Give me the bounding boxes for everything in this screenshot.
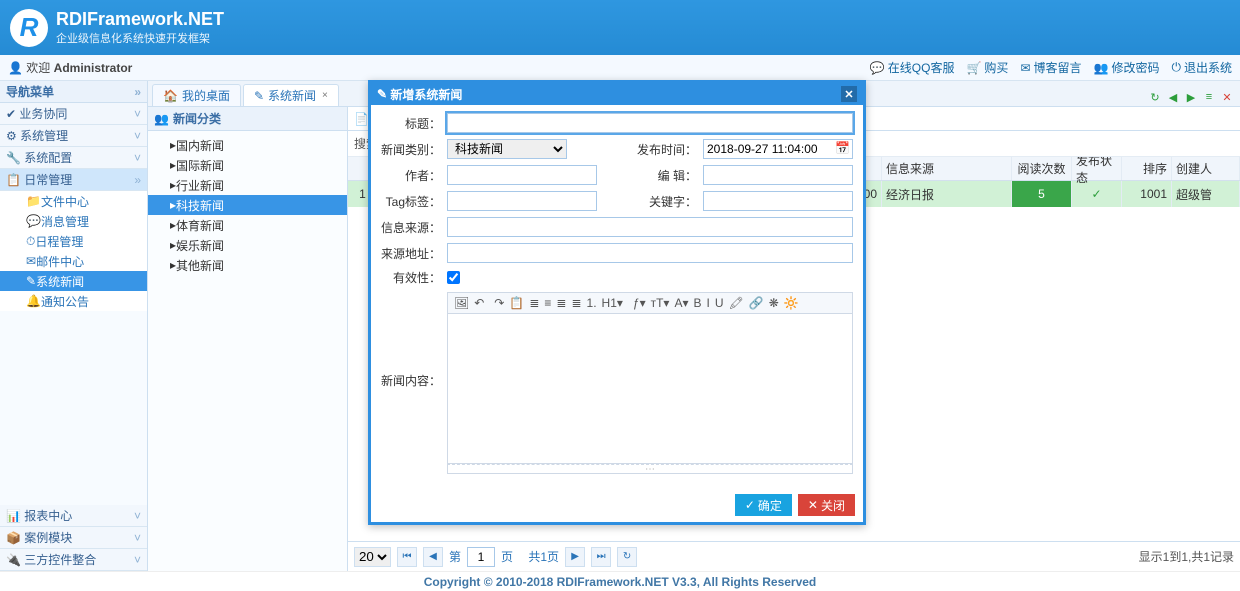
valid-checkbox[interactable] [447, 271, 460, 284]
editor-tool-icon[interactable]: ƒ▾ [633, 296, 646, 310]
category-select[interactable]: 科技新闻 [447, 139, 567, 159]
cat-item-tech[interactable]: ▸ 科技新闻 [148, 195, 347, 215]
tab-closeall-icon[interactable]: ✕ [1220, 90, 1234, 104]
nav-item-notice[interactable]: 🔔 通知公告 [0, 291, 147, 311]
cat-item-intl[interactable]: ▸ 国际新闻 [148, 155, 347, 175]
nav-group-daily[interactable]: 📋 日常管理 [0, 169, 147, 191]
page-first-button[interactable]: ⏮ [397, 547, 417, 567]
keyword-input[interactable] [703, 191, 853, 211]
editor-tool-icon[interactable]: 📋 [509, 296, 524, 310]
cart-icon: 🛒 [966, 61, 981, 75]
page-size-select[interactable]: 20 [354, 547, 391, 567]
editor-tool-icon[interactable]: B [694, 296, 702, 310]
editor-tool-icon[interactable]: ↷ [494, 296, 504, 310]
editor-body[interactable] [447, 314, 853, 464]
nav-group-thirdparty[interactable]: 🔌 三方控件整合 [0, 549, 147, 571]
tab-close-icon[interactable]: × [322, 90, 328, 101]
editor-tool-icon[interactable]: ≣ [571, 296, 581, 310]
page-refresh-button[interactable]: ↻ [617, 547, 637, 567]
top-bar: 👤 欢迎 Administrator 💬在线QQ客服 🛒购买 ✉博客留言 👥修改… [0, 55, 1240, 81]
page-input[interactable] [467, 547, 495, 567]
pagination: 20 ⏮ ◀ 第 页 共1页 ▶ ⏭ ↻ 显示1到1,共1记录 [348, 541, 1240, 571]
nav-group-cfg[interactable]: 🔧 系统配置 [0, 147, 147, 169]
nav-group-sys[interactable]: ⚙ 系统管理 [0, 125, 147, 147]
nav-item-sysnews[interactable]: ✎ 系统新闻 [0, 271, 147, 291]
editor-input[interactable] [703, 165, 853, 185]
tab-prev-icon[interactable]: ◀ [1166, 90, 1180, 104]
ok-button[interactable]: ✓ 确定 [735, 494, 792, 516]
editor-tool-icon[interactable]: ↶ [474, 296, 484, 310]
dialog-header[interactable]: ✎ 新增系统新闻 ✕ [371, 83, 863, 105]
user-icon: 👤 [8, 61, 23, 75]
editor-tool-icon[interactable]: ᴛT▾ [651, 296, 670, 310]
tab-refresh-icon[interactable]: ↻ [1148, 90, 1162, 104]
cat-item-ent[interactable]: ▸ 娱乐新闻 [148, 235, 347, 255]
editor-tool-icon[interactable]: 🔆 [784, 296, 799, 310]
page-summary: 显示1到1,共1记录 [1139, 548, 1234, 565]
cat-item-sport[interactable]: ▸ 体育新闻 [148, 215, 347, 235]
brand-title: RDIFramework.NET [56, 9, 224, 30]
footer: Copyright © 2010-2018 RDIFramework.NET V… [0, 571, 1240, 591]
editor-tool-icon[interactable]: ≡ [544, 296, 551, 310]
author-input[interactable] [447, 165, 597, 185]
editor-tool-icon[interactable]: 🖼 [454, 296, 469, 310]
user2-icon: 👥 [1094, 61, 1109, 75]
collapse-icon[interactable] [134, 85, 141, 99]
nav-item-mail[interactable]: ✉ 邮件中心 [0, 251, 147, 271]
editor-toolbar: 🖼 ↶ ↷ 📋 ≣ ≡ ≣ ≣ 1. H1▾ ƒ▾ ᴛT▾ A▾ BIU 🖍 🔗 ❋ 🔆 [447, 292, 853, 314]
link-logout[interactable]: ⏻退出系统 [1171, 59, 1232, 76]
dialog-close-button[interactable]: ✕ [841, 86, 857, 102]
editor-tool-icon[interactable]: ≣ [556, 296, 566, 310]
current-user: Administrator [54, 61, 133, 75]
editor-tool-icon[interactable]: ≣ [529, 296, 539, 310]
cat-item-other[interactable]: ▸ 其他新闻 [148, 255, 347, 275]
tab-desktop[interactable]: 🏠 我的桌面 [152, 84, 241, 106]
cat-item-ind[interactable]: ▸ 行业新闻 [148, 175, 347, 195]
editor-tool-icon[interactable]: A▾ [674, 296, 688, 310]
news-category-panel: 👥新闻分类 ▸ 国内新闻 ▸ 国际新闻 ▸ 行业新闻 ▸ 科技新闻 ▸ 体育新闻… [148, 107, 348, 571]
sourceurl-input[interactable] [447, 243, 853, 263]
editor-tool-icon[interactable]: 1. [587, 296, 597, 310]
editor-resize-handle[interactable]: ⋯ [447, 464, 853, 474]
nav-item-sched[interactable]: ⏱ 日程管理 [0, 231, 147, 251]
category-header: 👥新闻分类 [148, 107, 347, 131]
link-qq[interactable]: 💬在线QQ客服 [870, 59, 955, 76]
cancel-button[interactable]: ✕ 关闭 [798, 494, 855, 516]
editor-tool-icon[interactable]: ❋ [769, 296, 779, 310]
nav-group-biz[interactable]: ✔ 业务协同 [0, 103, 147, 125]
editor-tool-icon[interactable]: H1▾ [602, 296, 623, 310]
cat-item-cn[interactable]: ▸ 国内新闻 [148, 135, 347, 155]
link-blog[interactable]: ✉博客留言 [1020, 59, 1081, 76]
qq-icon: 💬 [870, 61, 885, 75]
nav-group-report[interactable]: 📊 报表中心 [0, 505, 147, 527]
title-input[interactable] [447, 113, 853, 133]
dialog-icon: ✎ [377, 87, 387, 101]
logout-icon: ⏻ [1171, 60, 1181, 75]
page-last-button[interactable]: ⏭ [591, 547, 611, 567]
app-header: R RDIFramework.NET 企业级信息化系统快速开发框架 [0, 0, 1240, 55]
nav-item-file[interactable]: 📁 文件中心 [0, 191, 147, 211]
mail-icon: ✉ [1020, 61, 1030, 75]
sidebar: 导航菜单 ✔ 业务协同 ⚙ 系统管理 🔧 系统配置 📋 日常管理 📁 文件中心 … [0, 81, 148, 571]
page-next-button[interactable]: ▶ [565, 547, 585, 567]
nav-title: 导航菜单 [0, 81, 147, 103]
source-input[interactable] [447, 217, 853, 237]
nav-item-msg[interactable]: 💬 消息管理 [0, 211, 147, 231]
tab-sysnews[interactable]: ✎ 系统新闻× [243, 84, 339, 106]
add-news-dialog: ✎ 新增系统新闻 ✕ 标题： 新闻类别： 科技新闻 发布时间： 📅 作者： 编 … [368, 80, 866, 525]
link-password[interactable]: 👥修改密码 [1094, 59, 1160, 76]
editor-tool-icon[interactable]: 🔗 [749, 296, 764, 310]
nav-group-example[interactable]: 📦 案例模块 [0, 527, 147, 549]
tab-next-icon[interactable]: ▶ [1184, 90, 1198, 104]
tag-input[interactable] [447, 191, 597, 211]
editor-tool-icon[interactable]: 🖍 [729, 296, 744, 310]
link-buy[interactable]: 🛒购买 [966, 59, 1008, 76]
tab-menu-icon[interactable]: ≡ [1202, 90, 1216, 104]
brand-subtitle: 企业级信息化系统快速开发框架 [56, 30, 224, 46]
logo-icon: R [10, 9, 48, 47]
editor-tool-icon[interactable]: U [715, 296, 724, 310]
editor-tool-icon[interactable]: I [707, 296, 710, 310]
page-prev-button[interactable]: ◀ [423, 547, 443, 567]
pubtime-input[interactable] [703, 139, 853, 159]
